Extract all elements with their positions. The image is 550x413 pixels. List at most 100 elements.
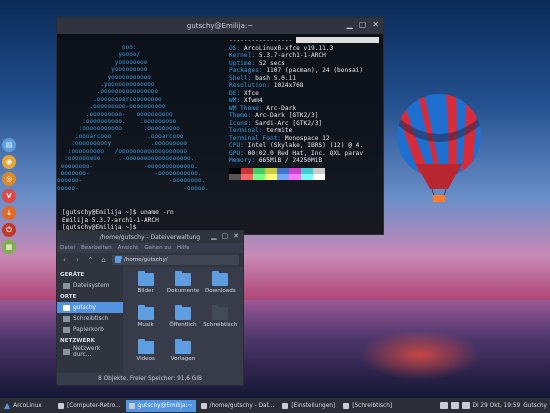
neofetch-value: 665MiB / 24250MiB [258, 157, 323, 164]
menu-bearbeiten[interactable]: Bearbeiten [81, 245, 112, 251]
clock[interactable]: Di 29 Okt, 19:59 [473, 403, 521, 409]
close-icon[interactable]: ✕ [233, 232, 239, 240]
neofetch-value: ArcoLinuxB-xfce v19.11.3 [243, 44, 334, 52]
menu-hilfe[interactable]: Hilfe [177, 245, 190, 251]
terminal-window[interactable]: gutschy@Emilija:~ ▁ ▢ ✕ ooo: yoooo/ yooo… [56, 17, 384, 235]
neofetch-row: DE: Xfce [229, 90, 379, 98]
folder-item[interactable]: Videos [127, 339, 164, 375]
taskbar-task[interactable]: /home/gutschy - Dat... [198, 400, 278, 412]
neofetch-key: Resolution: [229, 82, 270, 89]
logo-line: ooooo- -ooooo. [57, 184, 209, 192]
sidebar-item-label: Dateisystem [73, 282, 110, 289]
browser-icon[interactable]: ◉ [2, 155, 16, 169]
screenshot-icon[interactable] [439, 402, 448, 409]
logo-line: oooooo- -oooooooo. [57, 177, 206, 185]
task-label: gutschy@Emilija:~ [137, 402, 193, 409]
close-icon[interactable]: ✕ [372, 20, 379, 29]
folder-item[interactable]: Dokumente [164, 271, 201, 307]
neofetch-row: WM: Xfwm4 [229, 97, 379, 105]
folder-icon [212, 271, 229, 286]
arcolinux-logo-icon: ▲ [4, 401, 11, 410]
vivaldi-icon[interactable]: V [2, 189, 16, 203]
neofetch-value: Intel (Skylake, IBRS) (12) @ 4. [247, 142, 364, 149]
logo-line: .ooooooooo-oooooooooo [57, 103, 166, 111]
back-icon[interactable]: ‹ [60, 256, 69, 264]
settings-icon[interactable]: ◎ [2, 172, 16, 186]
home-icon[interactable]: ⌂ [99, 256, 108, 264]
neofetch-row: Packages: 1107 (pacman), 24 (bonsai) [229, 67, 379, 75]
folder-label: Vorlagen [170, 356, 196, 362]
up-icon[interactable]: ⌃ [86, 256, 95, 264]
logo-line: .yooooooooooooo [57, 81, 155, 89]
logo-line: :ooooooooooo :ooooooooo [57, 125, 180, 133]
neofetch-value: bash 5.0.11 [255, 74, 297, 82]
palette-swatch [253, 173, 265, 180]
neofetch-key: Terminal: [229, 127, 263, 134]
terminal-titlebar[interactable]: gutschy@Emilija:~ ▁ ▢ ✕ [57, 18, 383, 34]
palette-swatch [313, 173, 325, 180]
sidebar-item[interactable]: Netzwerk durc... [57, 346, 123, 358]
menu-gehen-zu[interactable]: Gehen zu [144, 245, 171, 251]
terminal-body[interactable]: ooo: yoooo/ yoooooooo yooooooooo yoooooo… [57, 34, 383, 234]
sidebar-item[interactable]: Papierkorb [57, 324, 123, 335]
folder-item[interactable]: Musik [127, 305, 164, 341]
place-icon [63, 348, 70, 355]
folder-icon [137, 305, 154, 320]
path-bar[interactable]: /home/gutschy/ [112, 255, 239, 265]
file-view[interactable]: Bilder Dokumente Downloads Musik Öffentlich S… [123, 267, 243, 373]
neofetch-row: Memory: 665MiB / 24250MiB [229, 157, 379, 165]
volume-icon[interactable] [461, 402, 470, 409]
minimize-icon[interactable]: ▁ [347, 20, 353, 29]
task-label: /home/gutschy - Dat... [209, 402, 275, 409]
toolbar: ‹ › ⌃ ⌂ /home/gutschy/ [57, 253, 243, 267]
folder-icon [174, 271, 191, 286]
palette-swatch [289, 173, 301, 180]
task-label: [Einstellungen] [291, 402, 336, 409]
taskbar-task[interactable]: gutschy@Emilija:~ [125, 399, 196, 412]
sidebar-item[interactable]: Schreibtisch [57, 313, 123, 324]
neofetch-value: 00:02.0 Red Hat, Inc. QXL parav [247, 149, 364, 157]
maximize-icon[interactable]: ▢ [222, 232, 229, 240]
logo-line: :oooooooooo. :ooooooooo [57, 118, 177, 126]
user-label[interactable]: Gutschy [523, 403, 547, 409]
files-icon[interactable]: ▤ [2, 138, 16, 152]
start-label: ArcoLinux [13, 402, 42, 409]
network-icon[interactable] [450, 402, 459, 409]
sidebar-item[interactable]: Dateisystem [57, 280, 123, 291]
image-icon[interactable]: ▦ [2, 240, 16, 254]
file-manager-title: /home/gutschy - Dateiverwaltung [99, 233, 201, 241]
neofetch-value: termite [266, 127, 293, 134]
folder-label: Downloads [204, 288, 236, 294]
folder-label: Musik [137, 322, 154, 328]
forward-icon[interactable]: › [73, 256, 82, 264]
power-icon[interactable]: ⏻ [2, 223, 16, 237]
folder-item[interactable]: Öffentlich [164, 305, 201, 341]
neofetch-value: Xfce [243, 89, 259, 97]
folder-icon [137, 339, 154, 354]
menu-ansicht[interactable]: Ansicht [118, 245, 139, 251]
folder-icon [174, 305, 191, 320]
neofetch-row: Terminal Font: Monospace 12 [229, 135, 379, 143]
neofetch-value: 1024x768 [273, 82, 304, 89]
window-icon [58, 402, 64, 409]
menu-datei[interactable]: Datei [60, 245, 75, 251]
file-manager-window[interactable]: /home/gutschy - Dateiverwaltung ▁ ▢ ✕ Da… [56, 230, 244, 386]
arcolinux-ascii-logo: ooo: yoooo/ yoooooooo yooooooooo yoooooo… [57, 44, 227, 192]
neofetch-row: GPU: 00:02.0 Red Hat, Inc. QXL parav [229, 150, 379, 158]
start-menu-button[interactable]: ▲ ArcoLinux [0, 401, 55, 410]
logo-line: :ooooooooo /ooooooooooooooooooo [57, 147, 188, 155]
folder-icon [174, 339, 191, 354]
taskbar-task[interactable]: [Einstellungen] [279, 400, 338, 412]
folder-item[interactable]: Schreibtisch [202, 305, 239, 341]
install-icon[interactable]: ↓ [2, 206, 16, 220]
logo-line: :ooooooooo .-oooooooooooooooooo. [57, 155, 195, 163]
sidebar-item[interactable]: gutschy [57, 302, 123, 313]
folder-item[interactable]: Bilder [127, 271, 164, 307]
taskbar-task[interactable]: [Computer-Retro... [55, 400, 124, 412]
maximize-icon[interactable]: ▢ [359, 20, 367, 29]
minimize-icon[interactable]: ▁ [211, 232, 216, 240]
folder-item[interactable]: Vorlagen [164, 339, 201, 375]
file-manager-titlebar[interactable]: /home/gutschy - Dateiverwaltung ▁ ▢ ✕ [57, 231, 243, 243]
taskbar-task[interactable]: [Schreibtisch] [340, 400, 395, 412]
folder-item[interactable]: Downloads [202, 271, 239, 307]
